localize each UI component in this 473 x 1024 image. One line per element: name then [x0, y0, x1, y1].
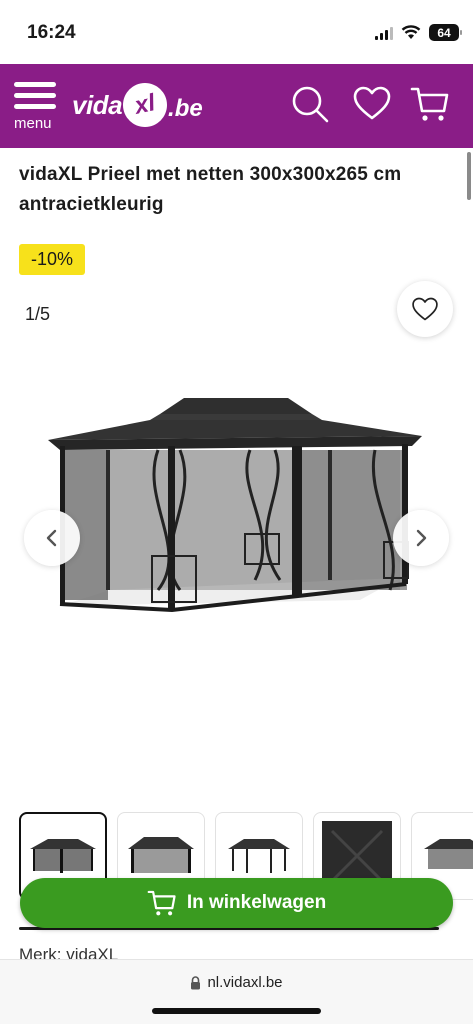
logo-badge-xl: xl: [118, 78, 172, 132]
discount-badge: -10%: [19, 244, 86, 275]
status-time: 16:24: [27, 22, 76, 43]
url-text: nl.vidaxl.be: [207, 974, 283, 991]
thumbnail-image: [128, 837, 194, 873]
home-indicator[interactable]: [152, 1008, 321, 1014]
url-display[interactable]: nl.vidaxl.be: [0, 974, 473, 991]
hamburger-icon: [14, 82, 60, 109]
cart-icon: [147, 890, 176, 916]
thumbnail-image: [228, 839, 290, 873]
signal-icon: [375, 26, 393, 40]
gallery-counter: 1/5: [25, 304, 51, 324]
product-image-gazebo[interactable]: [40, 350, 433, 690]
menu-button[interactable]: menu: [14, 82, 60, 134]
thumbnail-image: [424, 839, 473, 869]
heart-icon[interactable]: [352, 84, 392, 124]
site-logo[interactable]: vida xl .be: [72, 78, 203, 132]
wifi-icon: [401, 25, 421, 39]
cart-icon[interactable]: [410, 84, 450, 124]
gallery-next-button[interactable]: [393, 510, 449, 566]
gallery-prev-button[interactable]: [24, 510, 80, 566]
brand-line: Merk: vidaXL: [19, 945, 119, 959]
battery-icon: 64: [429, 24, 462, 41]
browser-url-bar[interactable]: nl.vidaxl.be: [0, 959, 473, 1024]
site-header: menu vida xl .be: [0, 64, 473, 148]
thumbnail-image: [30, 839, 96, 873]
product-title: vidaXL Prieel met netten 300x300x265 cm …: [19, 164, 402, 215]
status-icons: 64: [375, 24, 462, 41]
heart-icon: [412, 297, 438, 321]
favorite-button[interactable]: [397, 281, 453, 337]
chevron-right-icon: [416, 529, 427, 547]
add-to-cart-label: In winkelwagen: [186, 892, 327, 913]
status-bar: 16:24 64: [0, 0, 473, 64]
chevron-left-icon: [46, 529, 57, 547]
logo-text-be: .be: [168, 95, 203, 122]
add-to-cart-button[interactable]: In winkelwagen: [20, 878, 453, 928]
logo-text-vida: vida: [72, 89, 123, 120]
scroll-indicator[interactable]: [467, 152, 471, 200]
search-icon[interactable]: [290, 84, 330, 124]
lock-icon: [191, 975, 201, 989]
menu-label: menu: [14, 115, 52, 132]
